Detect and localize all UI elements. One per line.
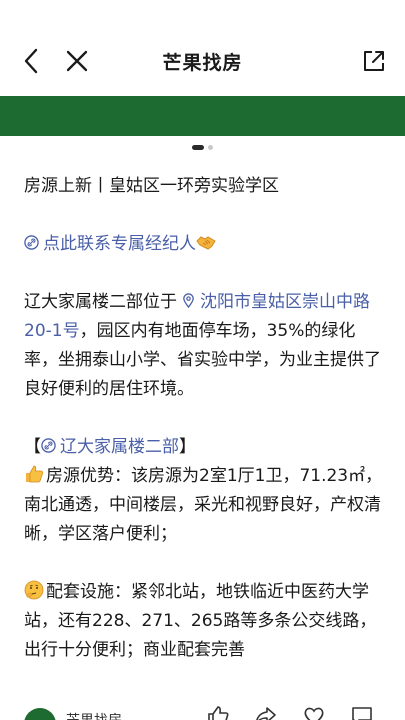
bracket-close: 】 — [179, 437, 196, 457]
handshake-emoji — [196, 236, 216, 250]
thinking-face-emoji — [24, 580, 44, 600]
contact-agent-label: 点此联系专属经纪人 — [43, 234, 196, 254]
avatar[interactable] — [24, 708, 56, 720]
app-header: 芒果找房 — [0, 0, 405, 95]
comment-icon[interactable] — [350, 704, 374, 720]
community-label: 辽大家属楼二部 — [60, 437, 179, 457]
banner-image[interactable] — [0, 96, 405, 136]
thumbs-up-icon[interactable] — [206, 704, 230, 720]
share-arrow-icon[interactable] — [254, 704, 278, 720]
carousel-dot — [208, 145, 213, 150]
intro-paragraph: 辽大家属楼二部位于 沈阳市皇姑区崇山中路20-1号，园区内有地面停车场，35%的绿… — [24, 288, 388, 404]
page-title: 芒果找房 — [162, 52, 243, 74]
advantage-text: 房源优势：该房源为2室1厅1卫，71.23㎡，南北通透，中间楼层，采光和视野良好… — [24, 466, 383, 544]
share-icon — [364, 51, 384, 71]
article-body: 房源上新丨皇姑区一环旁实验学区 点此联系专属经纪人 辽大家属楼二部位于 沈阳市皇姑… — [24, 172, 388, 665]
share-button[interactable] — [361, 48, 387, 74]
link-icon — [41, 438, 56, 453]
intro-prefix: 辽大家属楼二部位于 — [24, 292, 177, 312]
carousel-dot-active — [192, 145, 204, 150]
account-name: 芒果找房 — [66, 710, 122, 720]
bracket-open: 【 — [24, 437, 41, 457]
link-icon — [24, 235, 39, 250]
bottom-bar: 芒果找房 — [0, 700, 405, 720]
location-pin-icon — [183, 293, 194, 308]
thumbs-up-emoji — [26, 465, 44, 483]
contact-agent-link[interactable]: 点此联系专属经纪人 — [24, 230, 388, 259]
facilities-paragraph: 配套设施：紧邻北站，地铁临近中医药大学站，还有228、271、265路等多条公交… — [24, 578, 388, 665]
facilities-text: 配套设施：紧邻北站，地铁临近中医药大学站，还有228、271、265路等多条公交… — [24, 582, 377, 660]
community-line: 【辽大家属楼二部】 — [24, 433, 388, 462]
community-link[interactable]: 辽大家属楼二部 — [41, 437, 179, 457]
heart-icon[interactable] — [302, 704, 326, 720]
advantage-paragraph: 房源优势：该房源为2室1厅1卫，71.23㎡，南北通透，中间楼层，采光和视野良好… — [24, 462, 388, 549]
carousel-indicator — [0, 145, 405, 150]
article-headline: 房源上新丨皇姑区一环旁实验学区 — [24, 176, 279, 196]
